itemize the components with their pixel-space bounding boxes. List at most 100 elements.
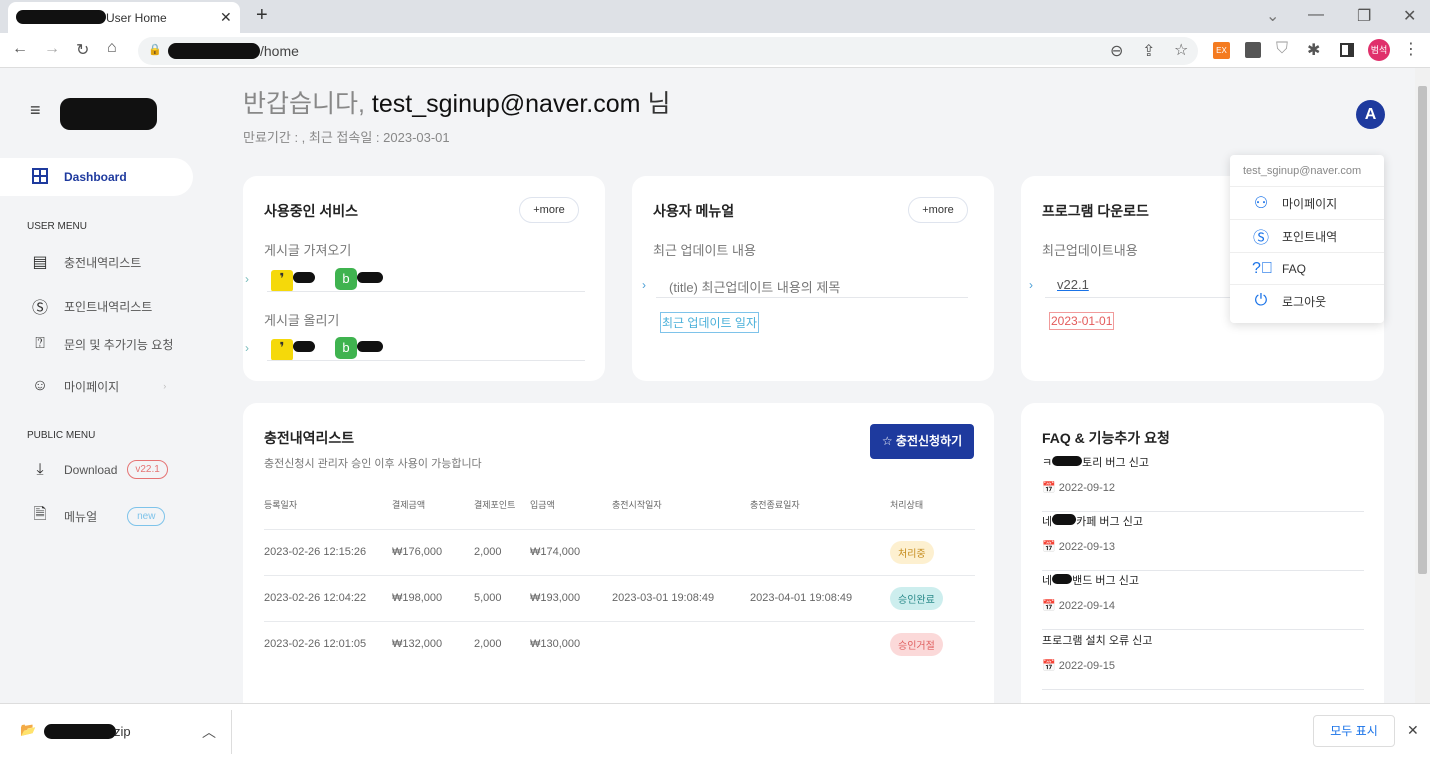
hamburger-icon[interactable]: ≡: [30, 100, 41, 121]
sidebar-item-mypage[interactable]: ☺ 마이페이지 ›: [30, 377, 166, 395]
sidebar-item-charge-list[interactable]: ▤ 충전내역리스트: [30, 252, 141, 272]
column-header: 충전종료일자: [750, 500, 800, 511]
cell: 2023-03-01 19:08:49: [612, 574, 750, 621]
show-all-button[interactable]: 모두 표시: [1313, 715, 1395, 747]
menu-dots-icon[interactable]: ⋮: [1403, 39, 1419, 59]
sidebar-item-download[interactable]: ⤓ Download v22.1: [30, 460, 168, 479]
menu-item-points[interactable]: Ⓢ 포인트내역: [1230, 219, 1384, 252]
menu-item-logout[interactable]: ⏻ 로그아웃: [1230, 284, 1384, 317]
charge-request-button[interactable]: ☆ 충전신청하기: [870, 424, 974, 459]
cell: [612, 620, 750, 667]
browser-tab[interactable]: User Home ✕: [8, 2, 240, 33]
version-badge: v22.1: [127, 460, 168, 479]
more-button[interactable]: +more: [519, 197, 579, 223]
band-icon: b: [335, 268, 357, 290]
faq-title: 밴드 버그 신고: [1072, 575, 1139, 587]
version-link[interactable]: v22.1: [1057, 277, 1089, 292]
sidebar-item-point-list[interactable]: Ⓢ 포인트내역리스트: [30, 294, 152, 318]
account-meta: 만료기간 : , 최근 접속일 : 2023-03-01: [243, 130, 450, 145]
home-icon[interactable]: ⌂: [107, 39, 117, 57]
scrollbar-thumb[interactable]: [1418, 86, 1427, 574]
url-text: /home: [260, 43, 299, 59]
manual-card: 사용자 메뉴얼 +more 최근 업데이트 내용 › (title) 최근업데이…: [632, 176, 994, 381]
band-icon: b: [335, 337, 357, 359]
program-date: 2023-01-01: [1049, 312, 1115, 330]
manual-item-link[interactable]: (title) 최근업데이트 내용의 제목: [669, 277, 840, 296]
sidepanel-icon[interactable]: [1340, 43, 1354, 57]
question-icon: ⍰: [35, 335, 45, 352]
divider: [267, 291, 585, 292]
redacted: [1052, 574, 1073, 584]
dashboard-label: Dashboard: [64, 170, 127, 184]
chevron-right-icon[interactable]: ›: [245, 341, 249, 355]
reload-icon[interactable]: ↻: [76, 40, 89, 60]
user-email: test_sginup@naver.com: [371, 90, 641, 118]
kakao-story-icon: ❜: [271, 339, 293, 361]
cell: 2023-04-01 19:08:49: [750, 574, 890, 621]
greeting-text: 반갑습니다,: [243, 90, 365, 118]
chevron-up-icon[interactable]: ︿: [202, 722, 216, 742]
scrollbar[interactable]: [1415, 68, 1430, 703]
zoom-out-icon[interactable]: ⊖: [1110, 41, 1123, 61]
label: 마이페이지: [1282, 196, 1338, 211]
tab-title: User Home: [106, 11, 167, 25]
profile-avatar[interactable]: 범석: [1368, 39, 1390, 61]
faq-date: 2022-09-15: [1058, 660, 1116, 672]
faq-title: 토리 버그 신고: [1082, 457, 1149, 469]
question-icon: ?⃝: [1252, 260, 1273, 277]
table-row: 2023-02-26 12:01:05 ₩132,000 2,000 ₩130,000…: [264, 620, 975, 667]
minimize-icon[interactable]: —: [1308, 6, 1324, 24]
user-icon: ☺: [31, 377, 49, 394]
table-row: 2023-02-26 12:15:26 ₩176,000 2,000 ₩174,000…: [264, 528, 975, 575]
more-button[interactable]: +more: [908, 197, 968, 223]
chevron-right-icon[interactable]: ›: [1029, 278, 1033, 292]
status-badge: 처리중: [890, 540, 934, 564]
cell: ₩193,000: [530, 574, 612, 621]
chevron-right-icon[interactable]: ›: [245, 272, 249, 286]
redacted: [1052, 514, 1077, 525]
document-icon: 🗎: [33, 506, 47, 523]
extension-icon[interactable]: [1245, 42, 1261, 58]
star-icon[interactable]: ☆: [1174, 40, 1188, 60]
chevron-right-icon[interactable]: ›: [642, 278, 646, 292]
shield-extension-icon[interactable]: ⛉: [1276, 40, 1288, 58]
label: 포인트내역: [1282, 229, 1338, 244]
forward-icon[interactable]: →: [44, 40, 60, 58]
puzzle-icon[interactable]: ✱: [1307, 40, 1320, 60]
menu-item-faq[interactable]: ?⃝ FAQ: [1230, 252, 1384, 285]
extension-ex-icon[interactable]: EX: [1213, 42, 1230, 59]
title-prefix: ㅋ: [1042, 457, 1053, 469]
close-window-icon[interactable]: ✕: [1403, 6, 1416, 26]
restore-icon[interactable]: ❐: [1357, 6, 1371, 26]
tab-bar: User Home ✕ + ⌄ — ❐ ✕: [0, 0, 1430, 33]
faq-item[interactable]: 네 밴드 버그 신고 📅 2022-09-14: [1042, 571, 1364, 630]
label: Download: [64, 462, 118, 477]
status-badge: 승인완료: [890, 586, 943, 610]
url-input[interactable]: 🔒 /home ⊖ ⇪ ☆: [138, 37, 1198, 65]
close-icon[interactable]: ✕: [1407, 722, 1419, 739]
sidebar-item-manual[interactable]: 🗎 메뉴얼 new: [30, 503, 166, 530]
redacted: [16, 10, 106, 24]
close-tab-icon[interactable]: ✕: [220, 9, 232, 26]
sidebar-item-inquiry[interactable]: ⍰ 문의 및 추가기능 요청: [30, 335, 173, 353]
chevron-down-icon[interactable]: ⌄: [1266, 6, 1279, 26]
faq-item[interactable]: ㅋ 토리 버그 신고 📅 2022-09-12: [1042, 453, 1364, 512]
share-icon[interactable]: ⇪: [1142, 41, 1155, 61]
services-card: 사용중인 서비스 +more 게시글 가져오기 › ❜ b 게시글 올리기 › ❜…: [243, 176, 605, 381]
cell: ₩198,000: [392, 574, 474, 621]
post-services: ❜ b: [271, 337, 383, 361]
logo-redacted: [60, 98, 157, 130]
menu-item-mypage[interactable]: ⚇ 마이페이지: [1230, 186, 1384, 219]
column-header: 결제금액: [392, 500, 426, 511]
cell: 2023-02-26 12:15:26: [264, 528, 392, 575]
redacted: [293, 272, 315, 283]
cards-icon: ▤: [32, 254, 48, 271]
cell: 5,000: [474, 574, 530, 621]
new-tab-icon[interactable]: +: [256, 4, 268, 27]
back-icon[interactable]: ←: [12, 40, 28, 58]
sidebar-item-dashboard[interactable]: Dashboard: [0, 158, 193, 196]
faq-item[interactable]: 프로그램 설치 오류 신고 📅 2022-09-15: [1042, 631, 1364, 690]
faq-item[interactable]: 네 카페 버그 신고 📅 2022-09-13: [1042, 512, 1364, 571]
download-filename[interactable]: zip: [114, 724, 131, 739]
user-avatar[interactable]: A: [1356, 100, 1385, 129]
